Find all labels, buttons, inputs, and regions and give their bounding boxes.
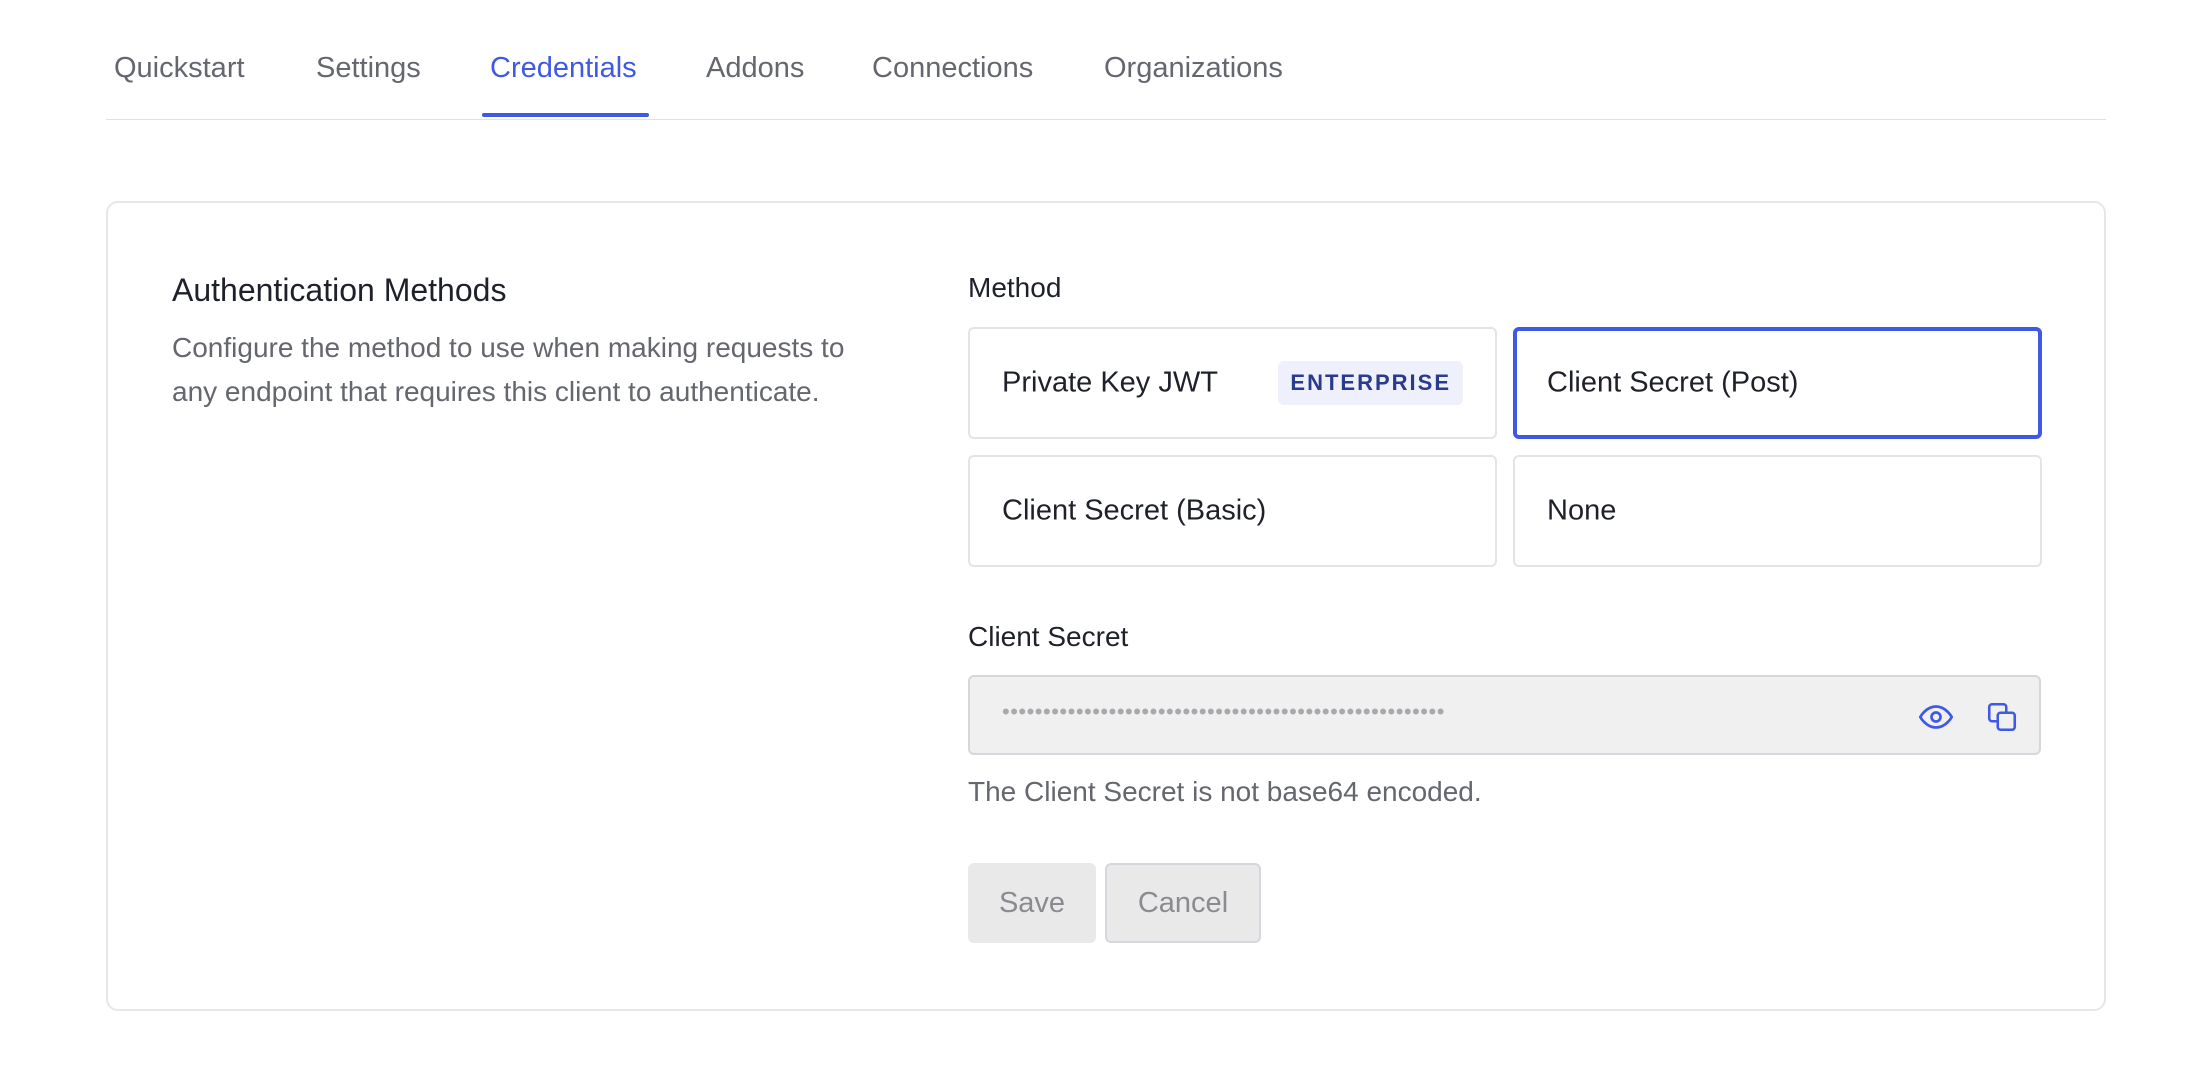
tab-settings[interactable]: Settings	[316, 52, 421, 85]
method-option-client-secret-basic[interactable]: Client Secret (Basic)	[968, 455, 1497, 567]
tab-quickstart[interactable]: Quickstart	[114, 52, 245, 85]
save-button[interactable]: Save	[968, 863, 1096, 943]
copy-icon[interactable]	[1980, 695, 2024, 739]
eye-icon[interactable]	[1914, 695, 1958, 739]
method-option-private-key-jwt[interactable]: Private Key JWT ENTERPRISE	[968, 327, 1497, 439]
tab-organizations[interactable]: Organizations	[1104, 52, 1283, 85]
method-option-none[interactable]: None	[1513, 455, 2042, 567]
cancel-button[interactable]: Cancel	[1105, 863, 1261, 943]
tab-addons[interactable]: Addons	[706, 52, 804, 85]
client-secret-field[interactable]: ••••••••••••••••••••••••••••••••••••••••…	[968, 675, 2041, 755]
section-title: Authentication Methods	[172, 272, 507, 308]
method-label: Method	[968, 272, 1062, 303]
tab-connections[interactable]: Connections	[872, 52, 1033, 85]
client-secret-helper: The Client Secret is not base64 encoded.	[968, 776, 1482, 807]
enterprise-badge: ENTERPRISE	[1278, 361, 1463, 405]
tab-bar: Quickstart Settings Credentials Addons C…	[106, 0, 2106, 120]
client-secret-label: Client Secret	[968, 621, 1129, 652]
tab-credentials[interactable]: Credentials	[490, 52, 637, 85]
method-option-label: Client Secret (Basic)	[1002, 494, 1267, 527]
method-option-label: Private Key JWT	[1002, 366, 1218, 399]
method-option-client-secret-post[interactable]: Client Secret (Post)	[1513, 327, 2042, 439]
method-option-label: Client Secret (Post)	[1547, 366, 1799, 399]
method-option-label: None	[1547, 494, 1617, 527]
active-tab-indicator	[482, 113, 649, 117]
client-secret-value: ••••••••••••••••••••••••••••••••••••••••…	[1002, 699, 1445, 724]
section-description: Configure the method to use when making …	[172, 332, 845, 407]
